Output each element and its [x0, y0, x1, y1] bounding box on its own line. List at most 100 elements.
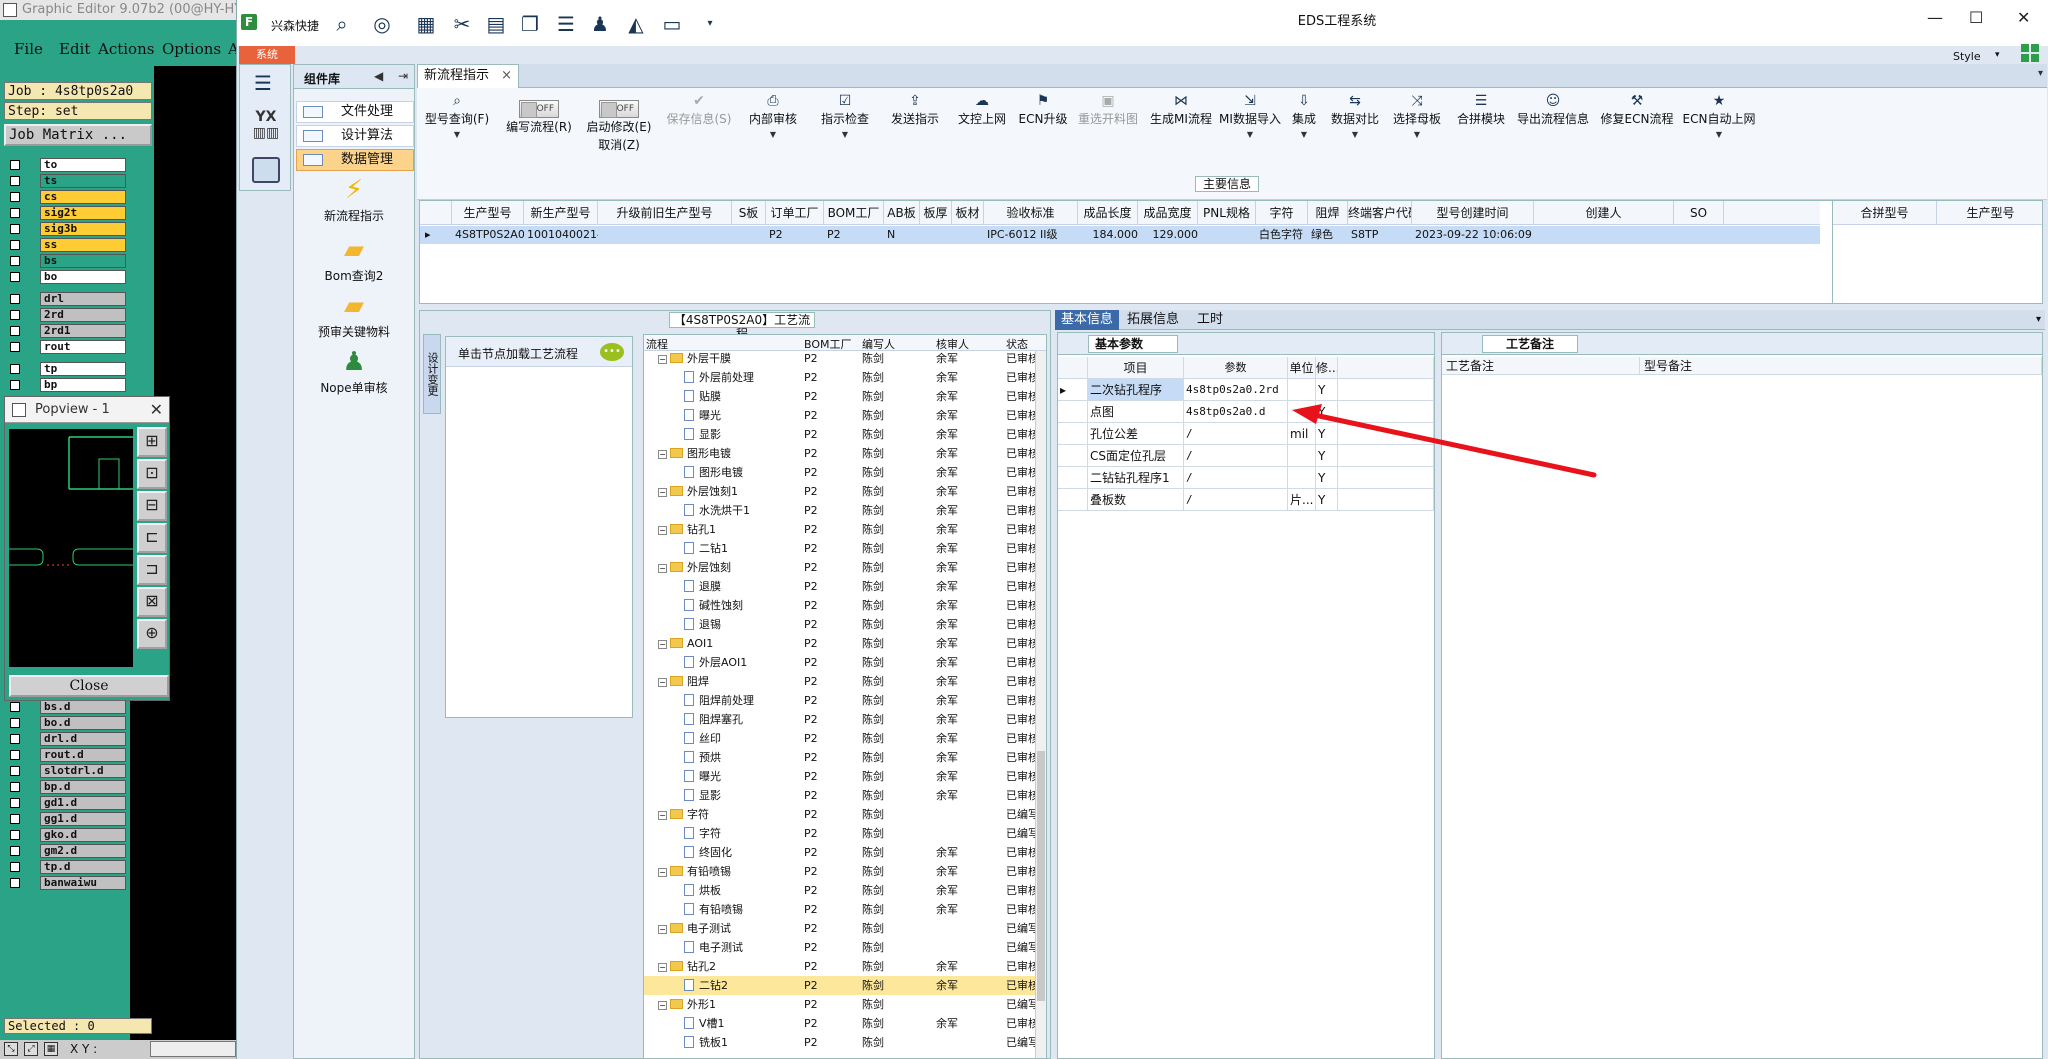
- search-icon[interactable]: ⌕: [329, 12, 355, 36]
- film-icon[interactable]: ▤: [483, 12, 509, 36]
- popview-canvas[interactable]: [9, 429, 133, 667]
- ribbon-button-14[interactable]: ⤨ 选择母板 ▼: [1387, 92, 1447, 142]
- popview-close-button[interactable]: Close: [9, 675, 169, 697]
- collapse-icon[interactable]: −: [658, 868, 667, 877]
- ge-menu-actions[interactable]: Actions: [98, 40, 154, 58]
- grid-col-header[interactable]: 阻焊: [1308, 201, 1348, 225]
- yx-factory-icon[interactable]: YX ▥▥: [248, 109, 284, 143]
- param-row[interactable]: 二钻钻孔程序1/ Y: [1058, 467, 1434, 489]
- design-change-tab[interactable]: 设计变更: [423, 334, 441, 414]
- file-checkbox[interactable]: [10, 878, 20, 888]
- tree-row[interactable]: 图形电镀 P2 陈剑 余军 已审核: [644, 463, 1036, 482]
- ge-graphic-area-lower[interactable]: [130, 700, 240, 1040]
- collapse-left-icon[interactable]: ◀: [374, 69, 383, 83]
- grid-cell[interactable]: [732, 226, 766, 244]
- layer-checkbox[interactable]: [10, 160, 20, 170]
- list-icon[interactable]: ☰: [553, 12, 579, 36]
- file-checkbox[interactable]: [10, 750, 20, 760]
- file-checkbox[interactable]: [10, 814, 20, 824]
- hamburger-icon[interactable]: ☰: [254, 71, 272, 95]
- tree-row[interactable]: 铣板1 P2 陈剑 已编写: [644, 1033, 1036, 1052]
- tree-row[interactable]: 显影 P2 陈剑 余军 已审核: [644, 425, 1036, 444]
- grid-cell[interactable]: P2: [824, 226, 884, 244]
- load-flow-bar[interactable]: 单击节点加载工艺流程 •••: [446, 337, 632, 367]
- layer-checkbox[interactable]: [10, 310, 20, 320]
- ribbon-button-13[interactable]: ⇆ 数据对比 ▼: [1327, 92, 1383, 142]
- dropdown-arrow-icon[interactable]: ▼: [419, 128, 495, 142]
- ribbon-button-3[interactable]: ✔ 保存信息(S): [659, 92, 739, 128]
- layer-checkbox[interactable]: [10, 272, 20, 282]
- collapse-icon[interactable]: −: [658, 963, 667, 972]
- file-checkbox[interactable]: [10, 798, 20, 808]
- tree-row[interactable]: − AOI1 P2 陈剑 余军 已审核: [644, 634, 1036, 653]
- layer-row[interactable]: ss: [6, 238, 126, 252]
- dropdown-arrow-icon[interactable]: ▼: [1327, 128, 1383, 142]
- param-row[interactable]: ▸ 二次钻孔程序 4s8tp0s2a0.2rd Y: [1058, 379, 1434, 401]
- dropdown-icon[interactable]: ▾: [697, 12, 723, 36]
- tab-close-icon[interactable]: ×: [501, 65, 512, 87]
- param-row[interactable]: 孔位公差 / mil Y: [1058, 423, 1434, 445]
- pre-review-material-item[interactable]: ▰ 预审关键物料: [294, 291, 414, 340]
- file-checkbox[interactable]: [10, 702, 20, 712]
- grid-cell[interactable]: 白色字符: [1256, 226, 1308, 244]
- dropdown-arrow-icon[interactable]: ▼: [1681, 128, 1757, 142]
- copy-icon[interactable]: ❐: [517, 12, 543, 36]
- maximize-icon[interactable]: ☐: [1969, 8, 1983, 27]
- tree-row[interactable]: − 图形电镀 P2 陈剑 余军 已审核: [644, 444, 1036, 463]
- tab-new-flow-indication[interactable]: 新流程指示 ×: [417, 64, 519, 88]
- layer-row[interactable]: bs: [6, 254, 126, 268]
- file-row[interactable]: bs.d: [6, 700, 126, 714]
- tree-row[interactable]: 丝印 P2 陈剑 余军 已审核: [644, 729, 1036, 748]
- user-icon[interactable]: ♟: [587, 12, 613, 36]
- new-flow-indication-item[interactable]: ⚡ 新流程指示: [294, 175, 414, 224]
- ge-xy-field[interactable]: [150, 1041, 236, 1057]
- layer-row[interactable]: tp: [6, 362, 126, 376]
- layer-row[interactable]: sig2t: [6, 206, 126, 220]
- layer-checkbox[interactable]: [10, 176, 20, 186]
- grid-cell[interactable]: N: [884, 226, 920, 244]
- tree-row[interactable]: 字符 P2 陈剑 已编写: [644, 824, 1036, 843]
- tree-row[interactable]: 阻焊前处理 P2 陈剑 余军 已审核: [644, 691, 1036, 710]
- tree-row[interactable]: 二钻2 P2 陈剑 余军 已审核: [644, 976, 1036, 995]
- tree-row[interactable]: 退膜 P2 陈剑 余军 已审核: [644, 577, 1036, 596]
- param-row[interactable]: CS面定位孔层 / Y: [1058, 445, 1434, 467]
- grid-col-header[interactable]: 订单工厂: [766, 201, 824, 225]
- layer-checkbox[interactable]: [10, 326, 20, 336]
- tree-row[interactable]: 显影 P2 陈剑 余军 已审核: [644, 786, 1036, 805]
- collapse-icon[interactable]: −: [658, 355, 667, 364]
- chart-icon[interactable]: ◭: [623, 12, 649, 36]
- collapse-icon[interactable]: −: [658, 488, 667, 497]
- file-row[interactable]: gm2.d: [6, 844, 126, 858]
- grid-cell[interactable]: [1198, 226, 1256, 244]
- ge-tool-1-icon[interactable]: ⤡: [4, 1042, 18, 1056]
- popview-tool-2-icon[interactable]: ⊡: [137, 459, 167, 489]
- ge-job-matrix-button[interactable]: Job Matrix ...: [4, 124, 152, 146]
- chat-bubble-icon[interactable]: •••: [600, 343, 624, 361]
- detail-dropdown-icon[interactable]: ▾: [2036, 314, 2041, 325]
- layer-checkbox[interactable]: [10, 256, 20, 266]
- ribbon-button-1[interactable]: OFF 编写流程(R): [499, 92, 579, 136]
- layer-row[interactable]: sig3b: [6, 222, 126, 236]
- tree-row[interactable]: 外层前处理 P2 陈剑 余军 已审核: [644, 368, 1036, 387]
- tree-row[interactable]: − 外层蚀刻 P2 陈剑 余军 已审核: [644, 558, 1036, 577]
- collapse-icon[interactable]: −: [658, 640, 667, 649]
- tree-row[interactable]: 有铅喷锡 P2 陈剑 余军 已审核: [644, 900, 1036, 919]
- tree-scrollbar[interactable]: [1035, 351, 1046, 1058]
- popview-tool-4-icon[interactable]: ⊏: [137, 523, 167, 553]
- tab-dropdown-icon[interactable]: ▾: [2038, 68, 2043, 79]
- tree-row[interactable]: 碱性蚀刻 P2 陈剑 余军 已审核: [644, 596, 1036, 615]
- file-checkbox[interactable]: [10, 862, 20, 872]
- ribbon-button-15[interactable]: ☰ 合拼模块: [1453, 92, 1509, 128]
- bom-query2-item[interactable]: ▰ Bom查询2: [294, 235, 414, 284]
- grid-col-header[interactable]: 创建人: [1534, 201, 1674, 225]
- ge-menu-edit[interactable]: Edit: [59, 40, 90, 58]
- file-row[interactable]: bp.d: [6, 780, 126, 794]
- tab-work-hours[interactable]: 工时: [1191, 310, 1229, 330]
- layer-checkbox[interactable]: [10, 240, 20, 250]
- ribbon-button-12[interactable]: ⇩ 集成 ▼: [1285, 92, 1323, 142]
- tree-row[interactable]: − 外层干膜 P2 陈剑 余军 已审核: [644, 349, 1036, 368]
- grid-cell[interactable]: 2023-09-22 10:06:09: [1412, 226, 1534, 244]
- ge-tool-2-icon[interactable]: ⤢: [24, 1042, 38, 1056]
- collapse-icon[interactable]: −: [658, 450, 667, 459]
- file-row[interactable]: gd1.d: [6, 796, 126, 810]
